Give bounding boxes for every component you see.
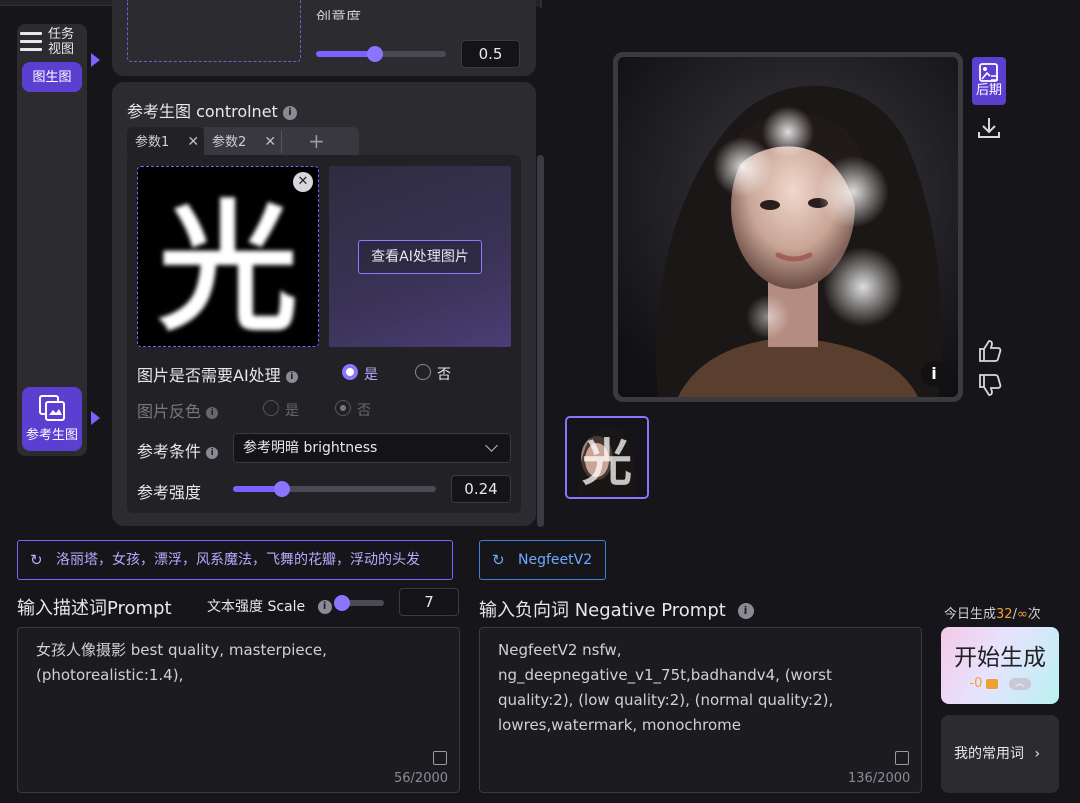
ai-process-label: 图片是否需要AI处理 i: [137, 362, 298, 386]
scale-label: 文本强度 Scale i: [207, 596, 332, 616]
rail-item-img2img[interactable]: 图生图: [22, 62, 82, 92]
invert-no-radio[interactable]: [335, 400, 351, 416]
strength-value-input[interactable]: 0.24: [451, 475, 511, 503]
ai-process-yes-label: 是: [364, 367, 378, 383]
tab-param1[interactable]: 参数1 ✕: [127, 127, 205, 157]
close-icon[interactable]: ✕: [187, 134, 199, 150]
tab-label: 参数2: [212, 135, 247, 150]
task-view-label[interactable]: 任务 视图: [48, 27, 74, 57]
start-generate-label: 开始生成: [954, 645, 1046, 671]
portrait-image: [618, 57, 958, 397]
chevron-down-icon: [485, 439, 498, 452]
invert-yes-radio[interactable]: [263, 400, 279, 416]
result-preview[interactable]: [613, 52, 963, 402]
creativity-label: 创意度: [316, 10, 362, 20]
scale-slider-knob[interactable]: [334, 595, 350, 611]
prompt-textarea[interactable]: 女孩人像摄影 best quality, masterpiece, (photo…: [17, 627, 460, 793]
info-icon[interactable]: i: [206, 446, 219, 459]
source-image[interactable]: 光: [137, 166, 319, 347]
view-ai-image-button[interactable]: 查看AI处理图片: [358, 240, 482, 274]
negative-prompt-title: 输入负向词 Negative Prompt i: [479, 596, 754, 622]
tab-separator: [281, 131, 282, 153]
info-icon[interactable]: i: [282, 105, 297, 120]
thumb-glyph: 光: [582, 434, 632, 492]
info-icon[interactable]: i: [317, 600, 332, 614]
rail-item-label: 图生图: [32, 70, 72, 85]
strength-label: 参考强度: [137, 483, 202, 502]
info-icon[interactable]: i: [285, 370, 298, 383]
chevron-right-icon: ›: [1034, 746, 1041, 762]
start-generate-button[interactable]: 开始生成 -0 ︿: [941, 627, 1059, 704]
image-info-icon[interactable]: i: [921, 361, 947, 387]
condition-select[interactable]: 参考明暗 brightness: [233, 433, 511, 463]
condition-label: 参考条件 i: [137, 438, 219, 462]
rail-item-label: 参考生图: [25, 428, 78, 443]
save-icon[interactable]: [433, 751, 447, 765]
info-icon[interactable]: i: [737, 603, 754, 619]
strength-slider-knob[interactable]: [274, 481, 290, 497]
post-process-button[interactable]: 后期: [972, 57, 1006, 105]
ai-process-yes-radio[interactable]: [342, 364, 358, 380]
controlnet-title: 参考生图 controlnet i: [127, 98, 297, 122]
negative-prompt-textarea[interactable]: NegfeetV2 nsfw, ng_deepnegative_v1_75t,b…: [479, 627, 922, 793]
prompt-title: 输入描述词Prompt: [17, 598, 172, 619]
daily-generation-count: 今日生成32/∞次: [944, 607, 1041, 622]
post-process-label: 后期: [975, 83, 1002, 98]
creativity-value-input[interactable]: 0.5: [461, 40, 520, 68]
remove-image-icon[interactable]: ✕: [293, 172, 313, 192]
ai-process-no-radio[interactable]: [415, 364, 431, 380]
negative-char-count: 136/2000: [848, 771, 911, 786]
thumbs-up-icon[interactable]: [977, 338, 1003, 364]
result-thumbnail[interactable]: 光: [565, 416, 649, 499]
tab-label: 参数1: [135, 135, 170, 150]
image-ref-icon: [39, 395, 65, 421]
prompt-char-count: 56/2000: [394, 771, 449, 786]
invert-yes-label: 是: [285, 403, 299, 419]
panel-scrollbar[interactable]: [537, 155, 544, 527]
thumbs-down-icon[interactable]: [977, 372, 1003, 398]
menu-icon[interactable]: [20, 32, 42, 52]
refresh-icon: ↻: [492, 551, 505, 569]
add-tab-button[interactable]: +: [308, 127, 325, 155]
refresh-icon: ↻: [30, 551, 43, 569]
condition-value: 参考明暗 brightness: [243, 440, 378, 456]
rail-arrow-icon: [91, 411, 100, 425]
invert-label: 图片反色 i: [137, 398, 219, 422]
negative-preset-chip[interactable]: ↻ NegfeetV2: [479, 540, 606, 580]
info-icon[interactable]: i: [206, 406, 219, 419]
tab-param2[interactable]: 参数2 ✕: [204, 127, 282, 157]
upload-area-partial[interactable]: [127, 0, 301, 62]
ai-process-no-label: 否: [437, 367, 451, 383]
image-edit-icon: [979, 63, 998, 82]
creativity-slider-knob[interactable]: [367, 46, 383, 62]
rail-arrow-icon: [91, 53, 100, 67]
close-icon[interactable]: ✕: [264, 134, 276, 150]
generate-cost: -0 ︿: [941, 676, 1059, 691]
common-words-button[interactable]: 我的常用词 ›: [941, 715, 1059, 793]
save-icon[interactable]: [895, 751, 909, 765]
rail-item-ref-img[interactable]: 参考生图: [22, 387, 82, 451]
prompt-preset-chip[interactable]: ↻ 洛丽塔，女孩，漂浮，风系魔法，飞舞的花瓣，浮动的头发: [17, 540, 453, 580]
chevron-up-icon[interactable]: ︿: [1008, 677, 1031, 690]
source-image-glyph: 光: [157, 187, 298, 347]
scale-value-input[interactable]: 7: [399, 588, 459, 616]
invert-no-label: 否: [357, 403, 371, 419]
download-icon[interactable]: [975, 114, 1003, 142]
coin-icon: [986, 678, 999, 689]
top-divider: [540, 0, 542, 8]
